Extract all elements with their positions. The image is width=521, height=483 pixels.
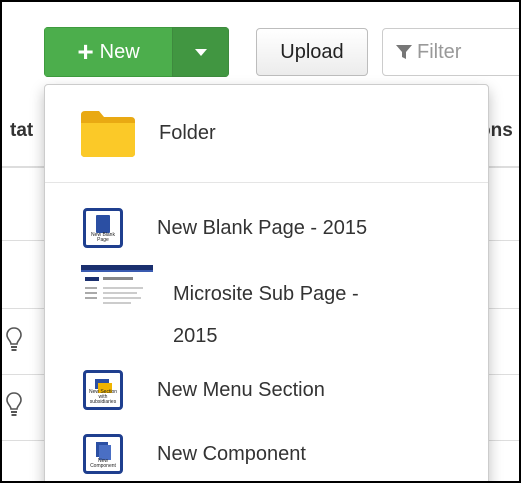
component-icon: New Component: [83, 434, 123, 474]
menu-divider: [45, 182, 488, 183]
filter-placeholder: Filter: [417, 40, 462, 63]
menu-item-new-blank-page[interactable]: New Blank Page New Blank Page - 2015: [45, 203, 488, 253]
menu-item-new-menu-section[interactable]: New Section with subsidiaries New Menu S…: [45, 363, 488, 417]
menu-item-label: Microsite Sub Page -: [173, 283, 359, 305]
menu-item-microsite-sub-page[interactable]: Microsite Sub Page - 2015: [45, 263, 488, 353]
upload-button-label: Upload: [280, 40, 344, 63]
menu-section-icon: New Section with subsidiaries: [83, 370, 123, 410]
new-dropdown-menu: Folder New Blank Page New Blank Page - 2…: [44, 84, 489, 481]
filter-input[interactable]: Filter: [382, 28, 519, 76]
new-dropdown-toggle[interactable]: [172, 27, 229, 77]
menu-item-label: Folder: [159, 121, 216, 144]
menu-item-folder[interactable]: Folder: [45, 99, 488, 167]
plus-icon: +: [77, 36, 94, 67]
filter-icon: [396, 45, 412, 59]
lightbulb-icon[interactable]: [6, 392, 22, 424]
new-button-group: + New: [44, 27, 229, 77]
menu-item-label-line2: 2015: [173, 325, 218, 347]
microsite-thumbnail-icon: [81, 265, 153, 325]
caret-down-icon: [194, 48, 207, 56]
new-button-label: New: [99, 40, 140, 63]
menu-item-label: New Component: [157, 442, 306, 465]
lightbulb-icon[interactable]: [6, 327, 22, 359]
menu-item-new-component[interactable]: New Component New Component: [45, 427, 488, 481]
folder-icon: [81, 111, 135, 157]
blank-page-icon: New Blank Page: [83, 208, 123, 248]
new-button[interactable]: + New: [44, 27, 172, 77]
menu-item-label: New Menu Section: [157, 378, 325, 401]
upload-button[interactable]: Upload: [256, 28, 368, 76]
column-header-status[interactable]: tat: [10, 120, 33, 142]
screenshot-frame: + New Upload Filter tat ons Folder New B…: [2, 2, 519, 481]
menu-item-label: New Blank Page - 2015: [157, 216, 368, 239]
